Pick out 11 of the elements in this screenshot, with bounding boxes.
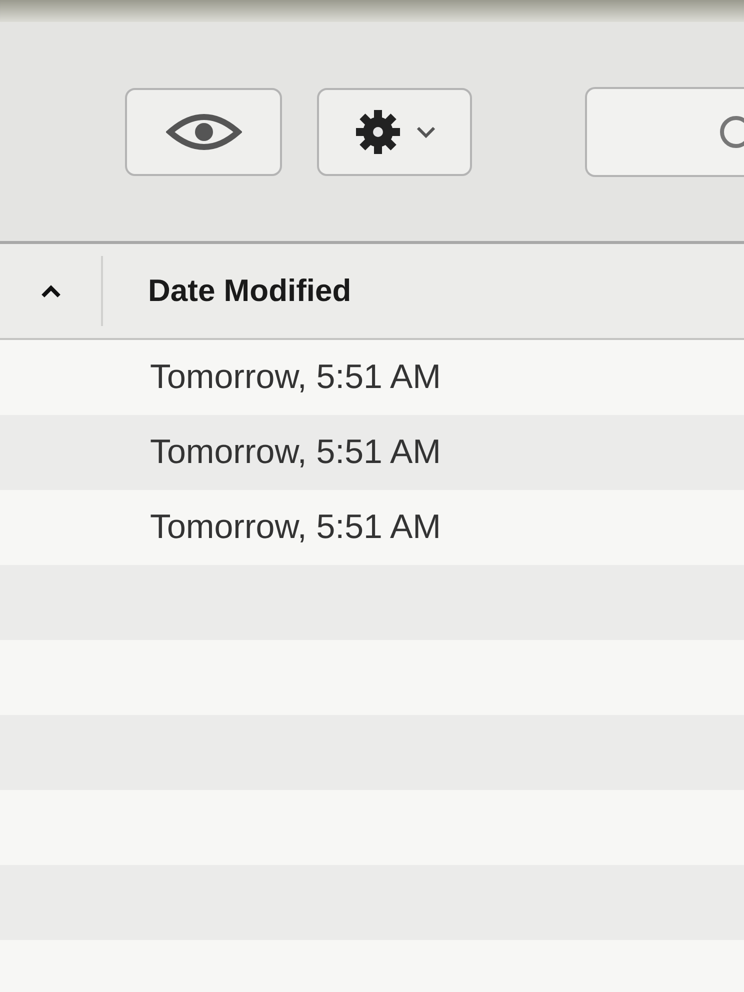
table-cell: Tomorrow, 5:51 AM (150, 433, 442, 472)
action-menu-button[interactable] (317, 88, 472, 176)
quick-look-button[interactable] (125, 88, 282, 176)
gear-icon (354, 108, 402, 156)
sort-ascending-icon[interactable] (40, 284, 62, 298)
table-row[interactable]: Tomorrow, 5:51 AM (0, 415, 744, 490)
table-cell: Tomorrow, 5:51 AM (150, 508, 442, 547)
column-header[interactable]: Date Modified (148, 273, 352, 309)
table-cell: Tomorrow, 5:51 AM (150, 358, 442, 397)
caret-icon (416, 126, 436, 138)
search-field[interactable] (585, 86, 744, 176)
